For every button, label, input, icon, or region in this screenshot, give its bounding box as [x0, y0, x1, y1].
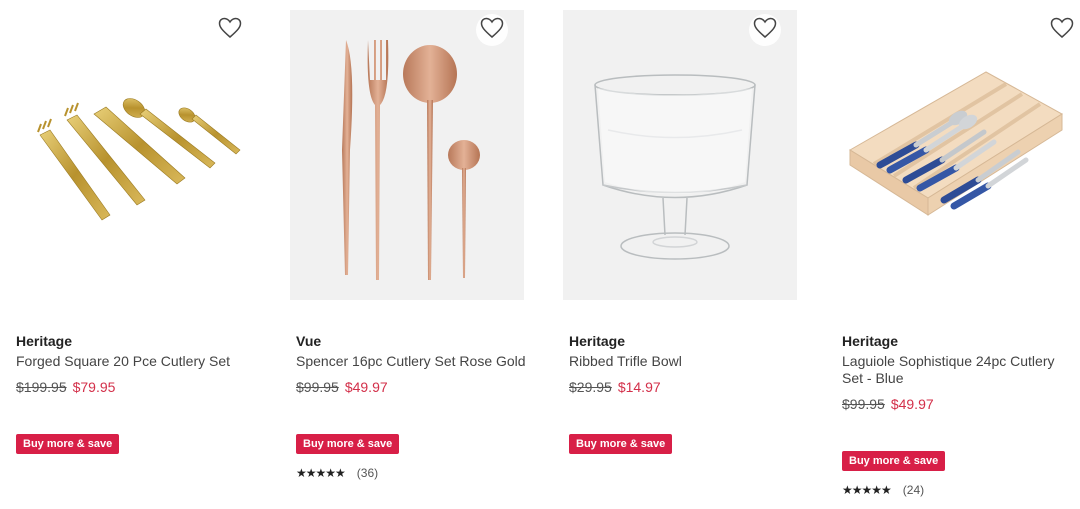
star-rating-icon: ★★★★★ — [296, 466, 346, 480]
product-card[interactable]: Heritage Forged Square 20 Pce Cutlery Se… — [10, 0, 246, 509]
product-rating[interactable]: ★★★★★ (36) — [296, 466, 378, 480]
heart-outline-icon — [480, 17, 504, 44]
buy-more-save-badge[interactable]: Buy more & save — [16, 434, 120, 454]
wishlist-button[interactable] — [476, 14, 508, 46]
product-image-laguiole-cutlery-tray[interactable] — [836, 10, 1070, 300]
product-card[interactable]: Heritage Laguiole Sophistique 24pc Cutle… — [836, 0, 1078, 509]
price-row: $199.95 $79.95 — [16, 379, 115, 395]
was-price: $199.95 — [16, 379, 67, 395]
product-title-link[interactable]: Spencer 16pc Cutlery Set Rose Gold — [296, 353, 531, 370]
heart-outline-icon — [218, 17, 242, 44]
star-rating-icon: ★★★★★ — [842, 483, 892, 497]
product-title-link[interactable]: Laguiole Sophistique 24pc Cutlery Set - … — [842, 353, 1077, 387]
now-price: $49.97 — [344, 379, 388, 395]
wishlist-button[interactable] — [749, 14, 781, 46]
wishlist-button[interactable] — [1046, 14, 1078, 46]
buy-more-save-badge[interactable]: Buy more & save — [842, 451, 946, 471]
wishlist-button[interactable] — [214, 14, 246, 46]
product-image-rose-gold-cutlery[interactable] — [290, 10, 524, 300]
product-title-link[interactable]: Forged Square 20 Pce Cutlery Set — [16, 353, 251, 370]
product-brand: Heritage — [16, 333, 73, 349]
product-image-gold-cutlery[interactable] — [10, 10, 244, 300]
was-price: $99.95 — [842, 396, 885, 412]
product-image-trifle-bowl[interactable] — [563, 10, 797, 300]
product-card[interactable]: Heritage Ribbed Trifle Bowl $29.95 $14.97… — [563, 0, 797, 509]
heart-outline-icon — [1050, 17, 1074, 44]
now-price: $14.97 — [617, 379, 661, 395]
product-card[interactable]: Vue Spencer 16pc Cutlery Set Rose Gold $… — [290, 0, 526, 509]
product-brand: Vue — [296, 333, 322, 349]
heart-outline-icon — [753, 17, 777, 44]
product-title-link[interactable]: Ribbed Trifle Bowl — [569, 353, 804, 370]
price-row: $29.95 $14.97 — [569, 379, 661, 395]
review-count: (24) — [902, 483, 925, 497]
was-price: $99.95 — [296, 379, 339, 395]
was-price: $29.95 — [569, 379, 612, 395]
review-count: (36) — [356, 466, 379, 480]
product-rating[interactable]: ★★★★★ (24) — [842, 483, 924, 497]
now-price: $49.97 — [890, 396, 934, 412]
buy-more-save-badge[interactable]: Buy more & save — [569, 434, 673, 454]
product-brand: Heritage — [842, 333, 899, 349]
now-price: $79.95 — [72, 379, 116, 395]
price-row: $99.95 $49.97 — [842, 396, 934, 412]
price-row: $99.95 $49.97 — [296, 379, 388, 395]
buy-more-save-badge[interactable]: Buy more & save — [296, 434, 400, 454]
product-brand: Heritage — [569, 333, 626, 349]
